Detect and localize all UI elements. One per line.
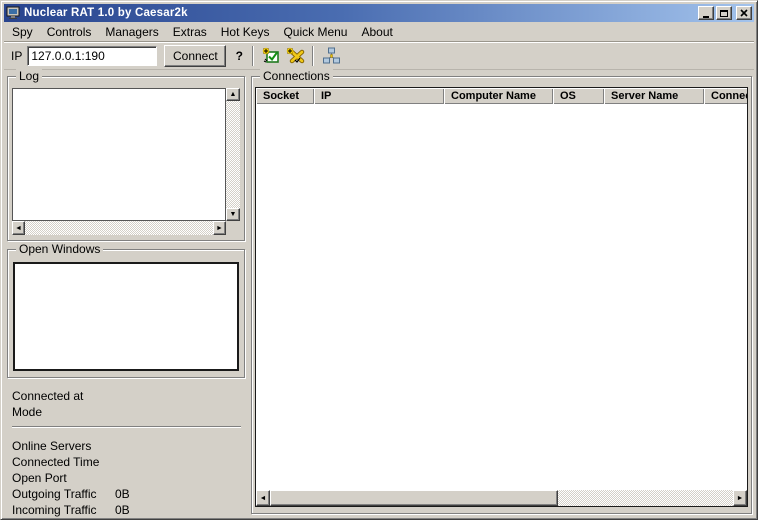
app-monitor-icon [6,6,20,20]
status-panel: Connected at Mode Online Servers Connect… [7,388,245,518]
scrollbar-track[interactable] [558,490,733,506]
help-button[interactable]: ? [231,46,247,66]
add-x-toolbar-button[interactable] [283,45,307,67]
arrow-left-icon: ◄ [15,225,22,232]
connected-time-label: Connected Time [12,455,115,469]
app-window: Nuclear RAT 1.0 by Caesar2k Spy Controls… [0,0,758,520]
incoming-traffic-value: 0B [115,503,130,517]
scroll-left-button[interactable]: ◄ [12,221,25,235]
log-groupbox: Log ▲ ▼ ◄ [7,76,245,241]
help-button-label: ? [236,49,243,63]
network-icon [322,47,341,64]
connections-horizontal-scrollbar[interactable]: ◄ ► [256,490,747,506]
maximize-icon [720,10,728,17]
connect-button-label: Connect [173,49,218,63]
scroll-right-button[interactable]: ► [213,221,226,235]
close-button[interactable] [736,6,752,20]
connections-list[interactable] [256,104,747,490]
status-divider [12,426,241,428]
status-incoming-traffic: Incoming Traffic 0B [12,502,245,518]
scrollbar-corner [226,221,240,235]
column-header-server-name[interactable]: Server Name [604,88,704,104]
scroll-left-button[interactable]: ◄ [256,490,270,506]
scroll-right-button[interactable]: ► [733,490,747,506]
connections-header-row: Socket IP Computer Name OS Server Name C… [256,88,747,104]
connections-groupbox: Connections Socket IP Computer Name OS S… [251,76,752,514]
column-header-socket[interactable]: Socket [256,88,314,104]
add-check-toolbar-button[interactable] [259,45,283,67]
add-check-icon [262,47,281,64]
connections-group-title: Connections [260,69,333,84]
log-horizontal-scrollbar[interactable]: ◄ ► [12,221,226,235]
menu-hot-keys[interactable]: Hot Keys [214,23,277,41]
log-vertical-scrollbar[interactable]: ▲ ▼ [226,88,240,221]
toolbar-separator [252,46,254,66]
add-x-icon [286,47,305,64]
scroll-down-button[interactable]: ▼ [226,208,240,221]
ip-label: IP [11,49,22,63]
column-header-computer-name[interactable]: Computer Name [444,88,553,104]
connected-at-label: Connected at [12,389,115,403]
connect-button[interactable]: Connect [164,45,226,67]
menu-spy[interactable]: Spy [5,23,40,41]
right-panel: Connections Socket IP Computer Name OS S… [251,74,752,514]
menu-controls[interactable]: Controls [40,23,99,41]
open-windows-groupbox: Open Windows [7,249,245,378]
main-area: Log ▲ ▼ ◄ [4,70,754,516]
connections-listview: Socket IP Computer Name OS Server Name C… [255,87,748,507]
mode-label: Mode [12,405,115,419]
menu-quick-menu[interactable]: Quick Menu [276,23,354,41]
open-windows-list[interactable] [13,262,239,371]
status-mode: Mode [12,404,245,420]
column-header-os[interactable]: OS [553,88,604,104]
minimize-icon [703,16,709,18]
status-online-servers: Online Servers [12,438,245,454]
log-list[interactable] [12,88,226,221]
arrow-up-icon: ▲ [230,91,237,98]
left-panel: Log ▲ ▼ ◄ [7,74,245,514]
arrow-right-icon: ► [737,495,744,502]
online-servers-label: Online Servers [12,439,115,453]
status-outgoing-traffic: Outgoing Traffic 0B [12,486,245,502]
incoming-traffic-label: Incoming Traffic [12,503,115,517]
column-header-connection[interactable]: Connection [704,88,747,104]
menu-bar: Spy Controls Managers Extras Hot Keys Qu… [4,22,754,41]
status-connected-at: Connected at [12,388,245,404]
menu-managers[interactable]: Managers [98,23,165,41]
log-group-title: Log [16,69,42,84]
maximize-button[interactable] [716,6,732,20]
network-toolbar-button[interactable] [319,45,343,67]
scrollbar-thumb[interactable] [270,490,558,506]
column-header-ip[interactable]: IP [314,88,444,104]
toolbar-separator [312,46,314,66]
window-title: Nuclear RAT 1.0 by Caesar2k [24,7,696,19]
menu-extras[interactable]: Extras [166,23,214,41]
open-windows-group-title: Open Windows [16,242,103,257]
arrow-right-icon: ► [216,225,223,232]
log-listbox: ▲ ▼ ◄ ► [12,88,240,235]
toolbar: IP Connect ? [4,41,754,70]
title-bar[interactable]: Nuclear RAT 1.0 by Caesar2k [4,4,754,22]
menu-about[interactable]: About [354,23,399,41]
ip-input[interactable] [27,46,157,66]
status-connected-time: Connected Time [12,454,245,470]
minimize-button[interactable] [698,6,714,20]
scroll-up-button[interactable]: ▲ [226,88,240,101]
arrow-left-icon: ◄ [260,495,267,502]
outgoing-traffic-label: Outgoing Traffic [12,487,115,501]
close-icon [740,9,748,17]
status-open-port: Open Port [12,470,245,486]
arrow-down-icon: ▼ [230,211,237,218]
open-port-label: Open Port [12,471,115,485]
outgoing-traffic-value: 0B [115,487,130,501]
